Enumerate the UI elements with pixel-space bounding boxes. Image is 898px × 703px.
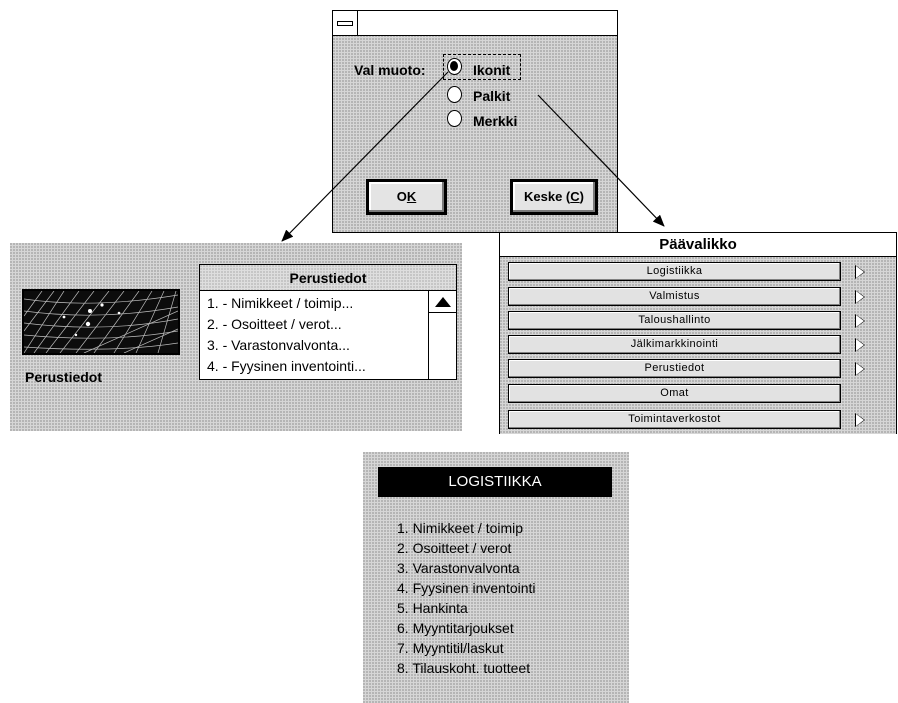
submenu-arrow-icon <box>856 339 864 351</box>
cancel-mnemonic: C <box>570 189 580 204</box>
system-menu-button[interactable] <box>333 11 358 35</box>
scroll-up-arrow-icon <box>435 297 451 307</box>
list-item[interactable]: 8. Tilauskoht. tuotteet <box>397 660 530 676</box>
cancel-label-prefix: Keske ( <box>524 189 571 204</box>
display-style-dialog: Val muoto: Ikonit Palkit Merkki OK Keske… <box>332 10 618 233</box>
list-item[interactable]: 2. - Osoitteet / verot... <box>207 316 427 332</box>
menu-item-perustiedot[interactable]: Perustiedot <box>508 359 841 378</box>
submenu-arrow-icon <box>856 414 864 426</box>
menu-item-valmistus[interactable]: Valmistus <box>508 287 841 306</box>
menu-item-taloushallinto[interactable]: Taloushallinto <box>508 311 841 330</box>
submenu-arrow-icon <box>856 315 864 327</box>
list-scrollbar[interactable] <box>428 291 457 380</box>
list-item[interactable]: 3. - Varastonvalvonta... <box>207 337 427 353</box>
radio-ikonit[interactable] <box>447 58 462 75</box>
menu-item-jalkimarkkinointi[interactable]: Jälkimarkkinointi <box>508 335 841 354</box>
list-item[interactable]: 4. Fyysinen inventointi <box>397 580 536 596</box>
logistiikka-title: LOGISTIIKKA <box>378 467 612 497</box>
radio-merkki[interactable] <box>447 110 462 127</box>
list-item[interactable]: 3. Varastonvalvonta <box>397 560 520 576</box>
list-item[interactable]: 1. - Nimikkeet / toimip... <box>207 295 427 311</box>
ok-mnemonic: K <box>406 189 417 204</box>
submenu-arrow-icon <box>856 363 864 375</box>
network-globe-icon <box>24 291 178 353</box>
ok-label-o: O <box>396 189 407 204</box>
list-item[interactable]: 6. Myyntitarjoukset <box>397 620 514 636</box>
cancel-label-suffix: ) <box>579 189 584 204</box>
scroll-up-button[interactable] <box>429 291 457 313</box>
dialog-titlebar <box>333 11 617 36</box>
radio-palkit[interactable] <box>447 86 462 103</box>
submenu-arrow-icon <box>856 291 864 303</box>
main-menu-window: Päävalikko Logistiikka Valmistus Taloush… <box>499 232 897 434</box>
perustiedot-icon-label[interactable]: Perustiedot <box>25 369 102 385</box>
perustiedot-list-title: Perustiedot <box>200 265 456 291</box>
radio-ikonit-label[interactable]: Ikonit <box>473 62 510 78</box>
menu-item-logistiikka[interactable]: Logistiikka <box>508 262 841 281</box>
list-item[interactable]: 4. - Fyysinen inventointi... <box>207 358 427 374</box>
system-menu-icon <box>337 21 353 26</box>
main-menu-title: Päävalikko <box>500 233 896 257</box>
display-style-label: Val muoto: <box>354 62 426 78</box>
list-item[interactable]: 1. Nimikkeet / toimip <box>397 520 523 536</box>
menu-item-toimintaverkostot[interactable]: Toimintaverkostot <box>508 410 841 429</box>
main-menu-body: Logistiikka Valmistus Taloushallinto Jäl… <box>500 257 896 434</box>
submenu-arrow-icon <box>856 266 864 278</box>
list-item[interactable]: 5. Hankinta <box>397 600 468 616</box>
perustiedot-listbox: Perustiedot 1. - Nimikkeet / toimip... 2… <box>199 264 457 380</box>
perustiedot-network-icon[interactable] <box>22 289 180 355</box>
radio-palkit-label[interactable]: Palkit <box>473 88 510 104</box>
ok-button[interactable]: OK <box>366 179 447 215</box>
list-item[interactable]: 2. Osoitteet / verot <box>397 540 511 556</box>
cancel-button[interactable]: Keske (C) <box>510 179 598 215</box>
radio-merkki-label[interactable]: Merkki <box>473 113 517 129</box>
list-item[interactable]: 7. Myyntitil/laskut <box>397 640 504 656</box>
menu-item-omat[interactable]: Omat <box>508 384 841 403</box>
